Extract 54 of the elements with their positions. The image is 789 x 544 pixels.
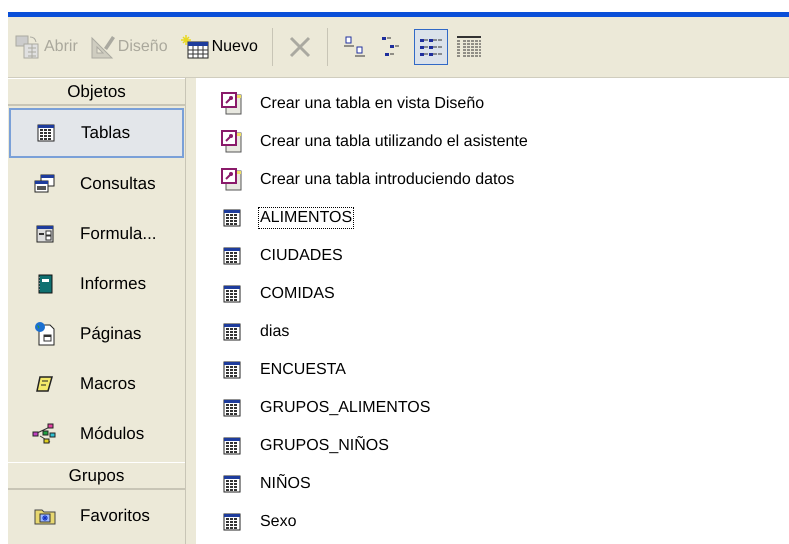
sidebar-item[interactable]: Tablas <box>9 108 184 158</box>
section-header[interactable]: Objetos <box>8 78 185 106</box>
table-icon <box>37 124 55 142</box>
sidebar-item[interactable]: Informes <box>9 260 184 308</box>
sidebar-label: Favoritos <box>80 506 150 526</box>
table-icon <box>223 247 241 265</box>
stacked-tables-icon <box>34 174 56 194</box>
object-name[interactable]: Crear una tabla introduciendo datos <box>258 169 516 191</box>
object-name[interactable]: CIUDADES <box>258 245 345 267</box>
sidebar-item[interactable]: Módulos <box>9 410 184 458</box>
table-icon <box>223 285 241 303</box>
folder-icon <box>34 507 56 525</box>
notebook-icon <box>37 274 53 294</box>
wizard-icon <box>221 168 243 192</box>
object-name[interactable]: NIÑOS <box>258 473 313 495</box>
form-icon <box>36 225 54 243</box>
sidebar-label: Consultas <box>80 174 156 194</box>
object-name[interactable]: ENCUESTA <box>258 359 348 381</box>
table-icon <box>223 399 241 417</box>
object-name[interactable]: dias <box>258 321 292 343</box>
triangle-ruler-icon <box>90 34 116 60</box>
object-name[interactable]: COMIDAS <box>258 283 337 305</box>
sidebar-label: Formula... <box>80 224 157 244</box>
sidebar-item[interactable]: Formula... <box>9 210 184 258</box>
table-icon <box>223 437 241 455</box>
sidebar-label: Módulos <box>80 424 144 444</box>
section-header[interactable]: Grupos <box>8 462 185 490</box>
wizard-icon <box>221 130 243 154</box>
table-icon <box>223 475 241 493</box>
object-name[interactable]: Crear una tabla en vista Diseño <box>258 93 486 115</box>
object-name[interactable]: GRUPOS_ALIMENTOS <box>258 397 432 419</box>
sidebar-label: Macros <box>80 374 136 394</box>
table-icon <box>223 323 241 341</box>
web-page-icon <box>34 322 56 346</box>
toolbar-button[interactable]: Nuevo <box>176 29 262 65</box>
sidebar-item[interactable]: Consultas <box>9 160 184 208</box>
object-name[interactable]: Sexo <box>258 511 298 533</box>
sidebar-label: Tablas <box>81 123 130 143</box>
object-name[interactable]: GRUPOS_NIÑOS <box>258 435 391 457</box>
sidebar-item[interactable]: Macros <box>9 360 184 408</box>
wizard-icon <box>221 92 243 116</box>
sidebar-label: Informes <box>80 274 146 294</box>
new-table-icon <box>180 34 210 60</box>
sidebar-item[interactable]: Páginas <box>9 310 184 358</box>
object-name[interactable]: Crear una tabla utilizando el asistente <box>258 131 530 153</box>
scroll-icon <box>36 375 54 393</box>
list-view-button[interactable] <box>414 29 448 65</box>
modules-icon <box>32 422 58 446</box>
table-icon <box>223 513 241 531</box>
table-icon <box>223 209 241 227</box>
sidebar-item[interactable]: Favoritos <box>9 492 184 540</box>
table-icon <box>223 361 241 379</box>
object-name[interactable]: ALIMENTOS <box>258 207 354 229</box>
sidebar-label: Páginas <box>80 324 142 344</box>
